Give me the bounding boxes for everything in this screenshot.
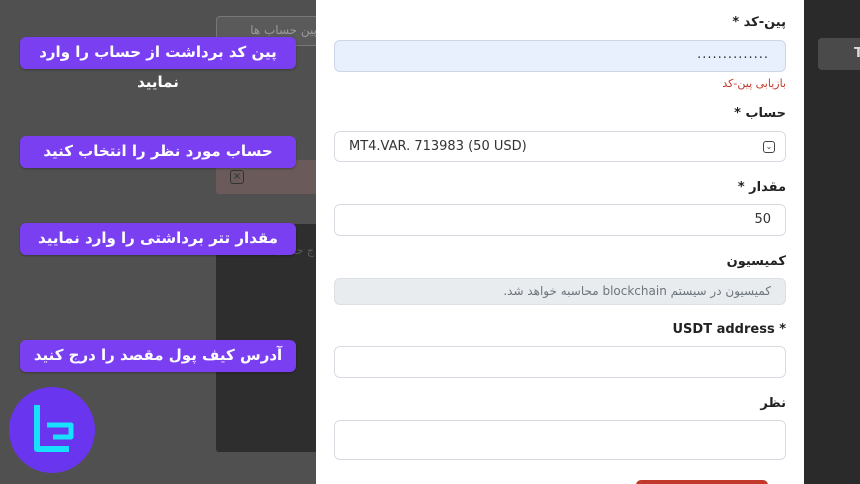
note-label: نظر [760,396,786,411]
amount-input[interactable]: 50 [334,204,786,236]
recover-pin-link[interactable]: بازیابی پین-کد [722,77,786,90]
commission-value: کمیسیون در سیستم blockchain محاسبه خواهد… [503,284,771,298]
account-label: حساب * [734,106,786,121]
account-select[interactable]: MT4.VAR. 713983 (50 USD) ⌄ [334,131,786,162]
callout-address: آدرس کیف پول مقصد را درج کنید [20,340,296,372]
commission-label: کمیسیون [726,254,786,269]
callout-account: حساب مورد نظر را انتخاب کنید [20,136,296,168]
account-value: MT4.VAR. 713983 (50 USD) [349,139,527,154]
pin-label: پین-کد * [732,15,786,30]
callout-pin: پین کد برداشت از حساب را وارد نمایید [20,37,296,91]
usdt-address-input[interactable] [334,346,786,378]
background-dark-panel: ج حساب معامله [216,224,326,452]
chevron-down-icon: ⌄ [763,141,775,153]
logo-icon [34,405,74,452]
pin-value: .............. [697,47,769,62]
callout-amount: مقدار تتر برداشتی را وارد نمایید [20,223,296,255]
withdraw-form: پین-کد * .............. بازیابی پین-کد ح… [316,0,804,484]
submit-button[interactable] [636,480,768,484]
brand-logo [9,387,95,473]
commission-field: کمیسیون در سیستم blockchain محاسبه خواهد… [334,278,786,305]
note-textarea[interactable] [334,420,786,460]
background-right-panel: T [804,0,860,484]
usdt-address-label: USDT address * [672,322,786,337]
amount-label: مقدار * [737,180,786,195]
pin-input[interactable]: .............. [334,40,786,72]
right-tab: T [818,38,860,70]
amount-value: 50 [754,212,771,227]
close-icon: × [230,170,244,184]
